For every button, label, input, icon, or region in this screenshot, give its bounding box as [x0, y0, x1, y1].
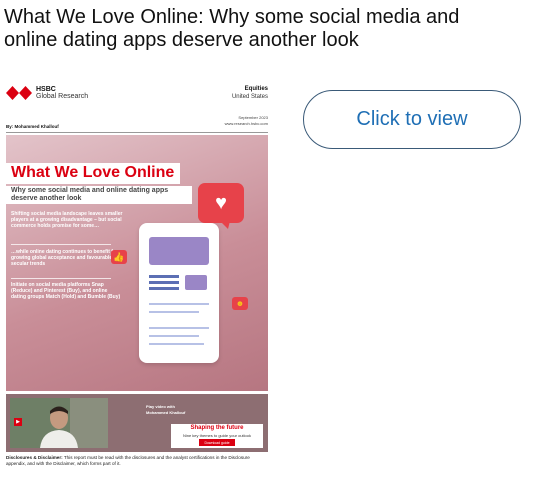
image-block	[185, 275, 207, 290]
play-icon[interactable]: ▶	[14, 418, 22, 426]
report-title: What We Love Online	[11, 164, 175, 181]
emoji-sunglasses-icon: ☻	[232, 297, 248, 310]
content-line	[149, 303, 209, 305]
content-line	[149, 335, 199, 337]
brand-sub: Global Research	[36, 93, 89, 100]
presenter-video-thumbnail[interactable]: ▶	[10, 398, 108, 448]
video-panel[interactable]: ▶ Play video with Mohammed Khallouf Shap…	[6, 394, 268, 452]
divider	[6, 132, 268, 133]
phone-illustration	[139, 223, 219, 363]
heart-icon: ♥	[198, 183, 244, 223]
bullet-2: …while online dating continues to benefi…	[11, 249, 123, 267]
presenter-photo	[10, 398, 108, 448]
disclaimer: Disclosures & Disclaimer: This report mu…	[6, 455, 270, 467]
bubble-tail	[220, 221, 230, 229]
report-author: By: Mohammed Khallouf	[6, 124, 59, 129]
hero-title-box: What We Love Online	[6, 163, 181, 184]
bullet-3: Initiate on social media platforms Snap …	[11, 282, 121, 300]
content-line	[149, 311, 199, 313]
report-cover-thumbnail[interactable]: HSBC Global Research Equities United Sta…	[0, 78, 282, 474]
sector-label: Equities	[244, 86, 268, 92]
content-line	[149, 327, 209, 329]
region-label: United States	[231, 94, 268, 100]
content-line	[149, 287, 179, 290]
report-url: www.research.hsbc.com	[224, 121, 268, 126]
hero-subtitle-box: Why some social media and online dating …	[6, 186, 192, 204]
profile-card	[149, 237, 209, 265]
article-headline: What We Love Online: Why some social med…	[4, 6, 460, 51]
hsbc-hexagon-logo	[6, 86, 32, 100]
video-caption-line1: Play video with	[146, 404, 175, 409]
divider	[11, 278, 111, 279]
click-to-view-button[interactable]: Click to view	[303, 90, 521, 149]
promo-title: Shaping the future	[190, 425, 244, 431]
disclaimer-label: Disclosures & Disclaimer:	[6, 455, 63, 460]
thumbs-up-icon: 👍	[111, 250, 127, 264]
promo-subtitle: Nine key themes to guide your outlook	[182, 433, 252, 438]
report-subtitle: Why some social media and online dating …	[11, 187, 169, 202]
content-line	[149, 343, 204, 345]
report-date: September 2023	[238, 115, 268, 120]
content-line	[149, 281, 179, 284]
bullet-1: Shifting social media landscape leaves s…	[11, 211, 123, 229]
video-caption-line2: Mohammed Khallouf	[146, 410, 186, 415]
cover-hero: What We Love Online Why some social medi…	[6, 135, 268, 391]
content-line	[149, 275, 179, 278]
promo-box[interactable]: Shaping the future Nine key themes to gu…	[171, 424, 263, 448]
divider	[11, 244, 111, 245]
download-guide-button[interactable]: Download guide	[199, 439, 235, 446]
